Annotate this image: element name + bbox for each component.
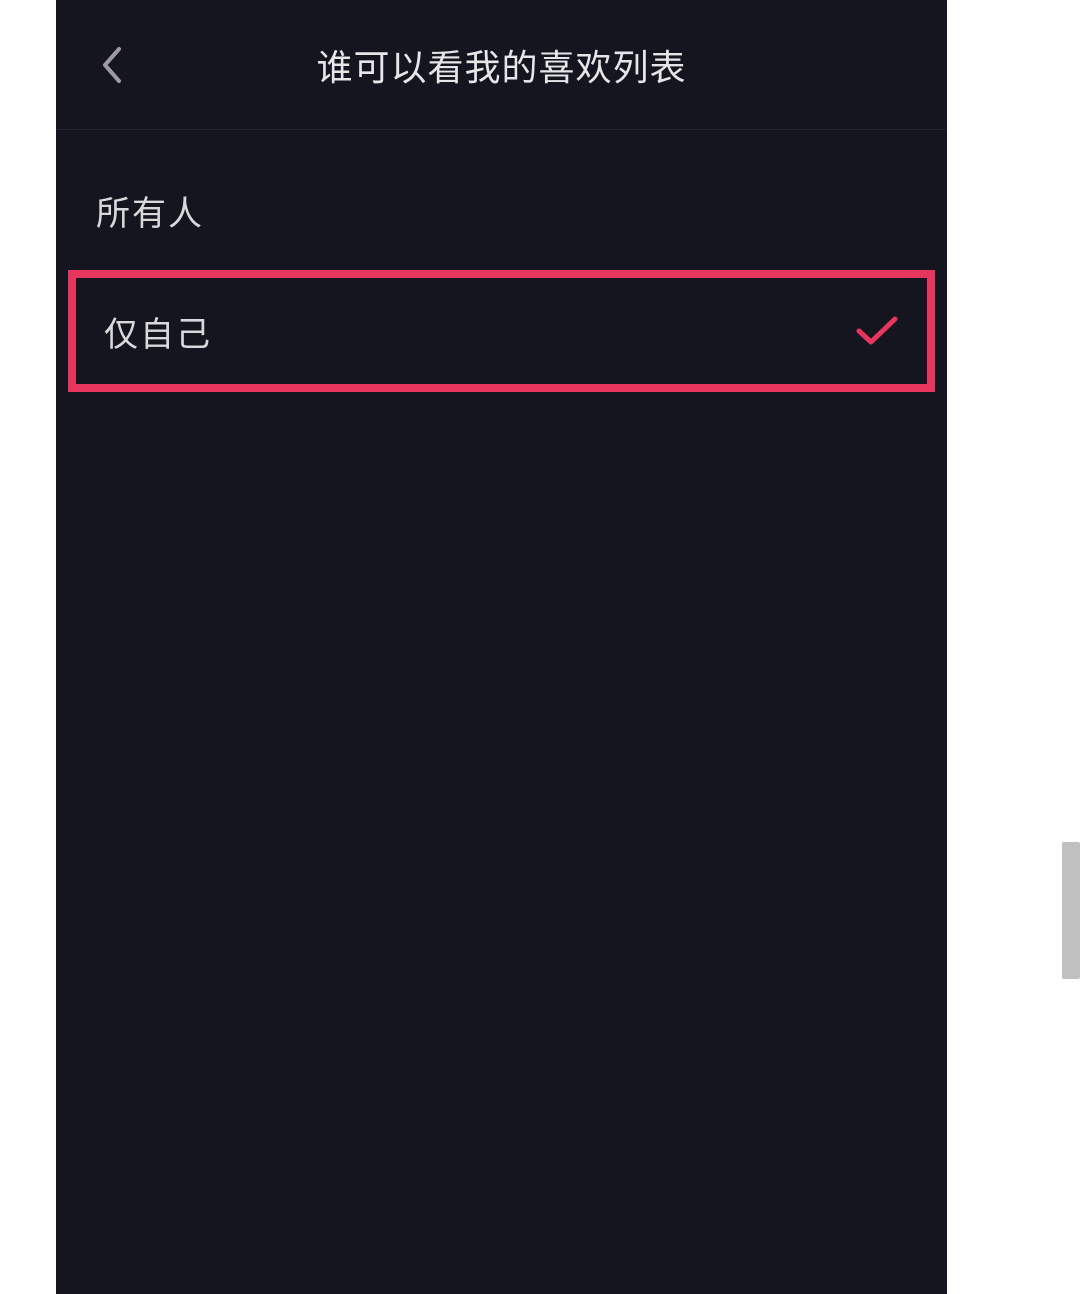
page-title: 谁可以看我的喜欢列表 <box>316 39 686 91</box>
scrollbar-thumb[interactable] <box>1062 842 1080 979</box>
options-list: 所有人 仅自己 <box>56 130 947 392</box>
option-label: 所有人 <box>96 186 204 235</box>
option-only-me[interactable]: 仅自己 <box>68 270 935 392</box>
option-everyone[interactable]: 所有人 <box>56 150 947 270</box>
app-container: 谁可以看我的喜欢列表 所有人 仅自己 <box>56 0 947 1294</box>
header: 谁可以看我的喜欢列表 <box>56 0 947 130</box>
option-label: 仅自己 <box>104 307 212 356</box>
back-button[interactable] <box>86 40 136 90</box>
check-icon <box>855 314 899 348</box>
chevron-left-icon <box>99 45 123 85</box>
